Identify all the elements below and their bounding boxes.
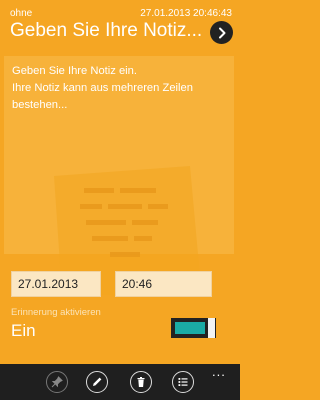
header: ohne 27.01.2013 20:46:43 Geben Sie Ihre … (0, 0, 240, 46)
category-label: ohne (10, 8, 33, 19)
next-button[interactable] (210, 21, 233, 44)
reminder-label: Erinnerung aktivieren (11, 307, 101, 318)
delete-icon (137, 377, 145, 387)
list-button[interactable] (172, 371, 194, 393)
edit-icon (93, 377, 102, 386)
header-datetime: 27.01.2013 20:46:43 (140, 8, 232, 19)
note-text: Geben Sie Ihre Notiz ein. Ihre Notiz kan… (12, 65, 193, 111)
more-menu-button[interactable]: ... (212, 364, 226, 379)
pin-icon (51, 376, 63, 388)
page-title: Geben Sie Ihre Notiz... (10, 20, 203, 41)
edit-button[interactable] (86, 371, 108, 393)
reminder-date-picker[interactable]: 27.01.2013 (11, 271, 101, 297)
note-input[interactable]: Geben Sie Ihre Notiz ein. Ihre Notiz kan… (4, 56, 234, 296)
list-icon (178, 378, 188, 386)
toggle-fill (175, 322, 205, 334)
reminder-state: Ein (11, 321, 36, 340)
pin-button[interactable] (46, 371, 68, 393)
toggle-thumb (207, 318, 215, 338)
delete-button[interactable] (130, 371, 152, 393)
reminder-time-picker[interactable]: 20:46 (115, 271, 212, 297)
app-bar (0, 364, 240, 400)
chevron-right-icon (218, 27, 225, 38)
reminder-toggle[interactable] (171, 318, 216, 338)
